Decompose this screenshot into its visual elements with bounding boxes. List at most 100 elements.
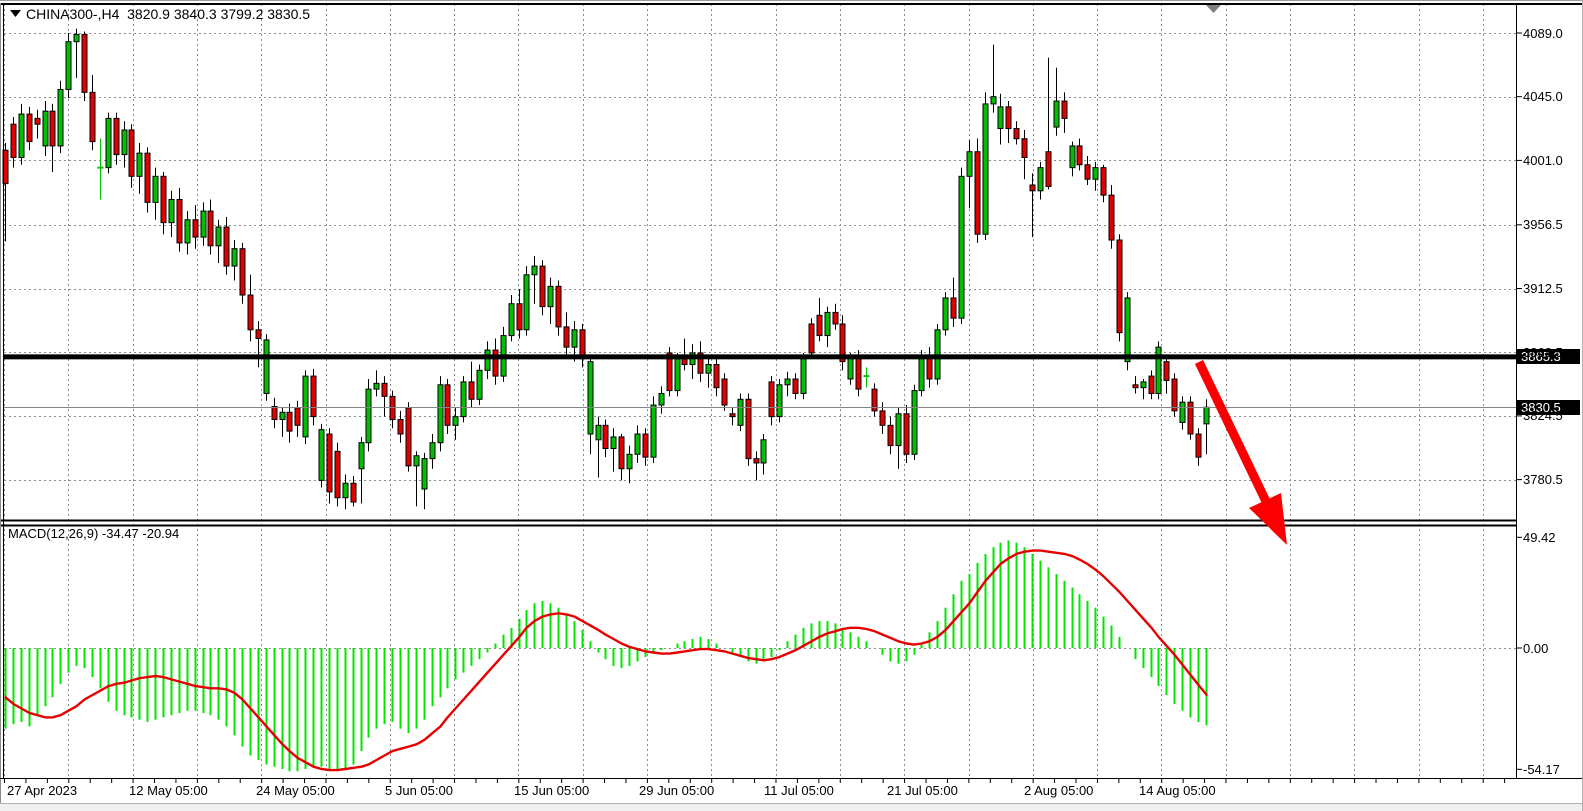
candle-body bbox=[406, 408, 411, 466]
candle-body bbox=[272, 407, 277, 420]
candle-body bbox=[659, 393, 664, 405]
candle-body bbox=[335, 451, 340, 497]
candle-body bbox=[761, 440, 766, 463]
candle-body bbox=[295, 408, 300, 425]
candle-body bbox=[1014, 129, 1019, 139]
candle-body bbox=[319, 430, 324, 481]
candle-body bbox=[161, 176, 166, 222]
candle-body bbox=[137, 153, 142, 176]
candle-body bbox=[1070, 146, 1075, 168]
candle-body bbox=[1062, 101, 1067, 118]
candle-body bbox=[224, 227, 229, 266]
candle-body bbox=[422, 459, 427, 489]
candle-body bbox=[801, 359, 806, 394]
candle-body bbox=[975, 152, 980, 235]
candle-body bbox=[129, 130, 134, 176]
candle-body bbox=[588, 362, 593, 434]
candle-body bbox=[809, 324, 814, 353]
candle-body bbox=[208, 211, 213, 246]
macd-axis-label: 0.00 bbox=[1523, 641, 1548, 656]
candle-body bbox=[469, 382, 474, 399]
candle-body bbox=[509, 304, 514, 336]
candle-body bbox=[532, 266, 537, 275]
candle-body bbox=[232, 249, 237, 266]
candle-body bbox=[548, 286, 553, 306]
chart-canvas[interactable] bbox=[0, 0, 1583, 811]
candle-body bbox=[635, 434, 640, 454]
candle-body bbox=[627, 454, 632, 468]
candle-body bbox=[264, 340, 269, 394]
candle-body bbox=[793, 379, 798, 393]
candle-body bbox=[643, 434, 648, 457]
price-axis-label: 4045.0 bbox=[1523, 89, 1563, 104]
candle-body bbox=[82, 34, 87, 92]
price-axis-label: 4001.0 bbox=[1523, 153, 1563, 168]
candle-body bbox=[572, 330, 577, 347]
candle-body bbox=[366, 389, 371, 443]
candle-body bbox=[1022, 139, 1027, 158]
candle-body bbox=[746, 399, 751, 458]
candle-body bbox=[556, 286, 561, 327]
candle-body bbox=[1149, 376, 1154, 393]
candle-body bbox=[919, 356, 924, 391]
candle-body bbox=[991, 97, 996, 104]
candle-body bbox=[461, 382, 466, 417]
candle-body bbox=[185, 220, 190, 243]
candle-body bbox=[888, 425, 893, 445]
candle-body bbox=[998, 107, 1003, 129]
candle-body bbox=[651, 405, 656, 457]
candle-body bbox=[777, 385, 782, 417]
price-axis-label: 3956.5 bbox=[1523, 217, 1563, 232]
candle-body bbox=[603, 425, 608, 448]
time-axis-label: 24 May 05:00 bbox=[256, 783, 335, 798]
candle-body bbox=[722, 379, 727, 405]
candle-body bbox=[398, 420, 403, 434]
time-axis-label: 15 Jun 05:00 bbox=[514, 783, 589, 798]
candle-body bbox=[833, 312, 838, 324]
candle-body bbox=[122, 130, 127, 155]
candle-body bbox=[769, 382, 774, 417]
candle-body bbox=[106, 118, 111, 167]
candle-body bbox=[1109, 195, 1114, 240]
candle-body bbox=[382, 383, 387, 396]
time-axis-label: 12 May 05:00 bbox=[129, 783, 208, 798]
candle-body bbox=[785, 379, 790, 385]
candle-body bbox=[169, 199, 174, 222]
candle-body bbox=[177, 199, 182, 242]
candle-body bbox=[1006, 107, 1011, 129]
candle-body bbox=[311, 376, 316, 417]
chart-window: CHINA300-,H4 3820.9 3840.3 3799.2 3830.5… bbox=[0, 0, 1583, 811]
candle-body bbox=[430, 443, 435, 459]
time-axis-label: 2 Aug 05:00 bbox=[1024, 783, 1093, 798]
candle-body bbox=[1093, 168, 1098, 180]
time-axis-label: 11 Jul 05:00 bbox=[764, 783, 834, 798]
candle-body bbox=[714, 365, 719, 388]
candle-body bbox=[1141, 382, 1146, 388]
candle-body bbox=[90, 92, 95, 141]
candle-body bbox=[477, 370, 482, 399]
candle-body bbox=[524, 275, 529, 330]
candle-body bbox=[11, 124, 16, 157]
candle-body bbox=[256, 330, 261, 339]
candle-body bbox=[517, 304, 522, 330]
support-line[interactable] bbox=[4, 354, 1516, 359]
candle-body bbox=[943, 298, 948, 330]
candle-body bbox=[1046, 152, 1051, 187]
candle-body bbox=[564, 327, 569, 347]
candle-body bbox=[1038, 168, 1043, 191]
candle-body bbox=[27, 114, 32, 142]
candle-body bbox=[438, 385, 443, 443]
candle-body bbox=[967, 152, 972, 177]
candle-body bbox=[1164, 362, 1169, 381]
candle-body bbox=[287, 412, 292, 431]
candle-body bbox=[675, 359, 680, 391]
candle-body bbox=[327, 434, 332, 492]
candle-body bbox=[1085, 165, 1090, 179]
candle-body bbox=[1156, 347, 1161, 393]
candle-body bbox=[738, 399, 743, 425]
candle-body bbox=[1133, 385, 1138, 388]
candle-body bbox=[682, 359, 687, 365]
candle-body bbox=[540, 266, 545, 307]
candle-body bbox=[1077, 146, 1082, 165]
candle-body bbox=[66, 42, 71, 90]
